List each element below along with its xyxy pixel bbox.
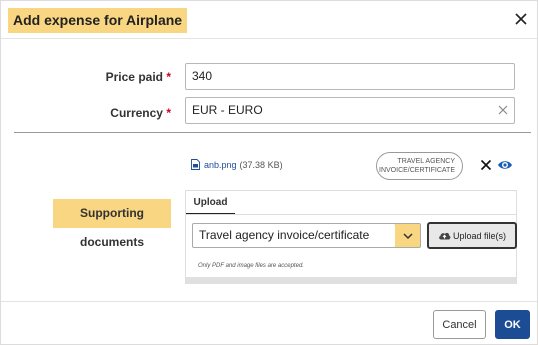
delete-icon[interactable] [480,159,492,171]
cancel-button[interactable]: Cancel [433,310,486,339]
section-divider [14,132,531,133]
clear-icon[interactable] [498,105,508,115]
required-mark: * [166,70,171,84]
dialog-title: Add expense for Airplane [8,8,188,33]
document-type-dropdown-button[interactable] [395,223,421,248]
close-icon[interactable] [513,11,529,27]
price-paid-label: Price paid * [61,70,171,84]
dialog-header: Add expense for Airplane [1,1,537,39]
document-type-select[interactable]: Travel agency invoice/certificate [192,223,396,248]
uploaded-file-row: anb.png (37.38 KB) [191,159,283,170]
required-mark: * [166,106,171,120]
uploaded-file-size: (37.38 KB) [239,159,283,170]
upload-panel: Upload Travel agency invoice/certificate… [185,190,517,284]
chevron-down-icon [403,233,413,240]
panel-scrollbar[interactable] [186,277,516,284]
eye-icon[interactable] [497,158,513,172]
ok-button[interactable]: OK [495,310,530,339]
currency-label: Currency * [61,106,171,120]
upload-hint: Only PDF and image files are accepted. [198,263,304,269]
dialog-footer: Cancel OK [1,301,537,345]
document-type-badge: TRAVEL AGENCY INVOICE/CERTIFICATE [376,152,463,180]
cloud-upload-icon [439,232,451,240]
price-paid-label-text: Price paid [105,70,163,84]
uploaded-file-name[interactable]: anb.png [204,160,237,170]
document-type-badge-line2: INVOICE/CERTIFICATE [379,167,455,174]
price-paid-input[interactable]: 340 [185,63,515,90]
tab-divider [186,214,516,215]
supporting-documents-label: Supporting documents [53,199,171,249]
document-type-badge-line1: TRAVEL AGENCY [397,158,455,165]
currency-select[interactable]: EUR - EURO [185,97,515,124]
upload-files-label: Upload file(s) [452,230,507,241]
file-icon [191,159,200,170]
add-expense-dialog: Add expense for Airplane Price paid * 34… [0,0,538,345]
tab-upload[interactable]: Upload [186,191,235,215]
upload-files-button[interactable]: Upload file(s) [427,222,517,249]
currency-label-text: Currency [110,106,163,120]
